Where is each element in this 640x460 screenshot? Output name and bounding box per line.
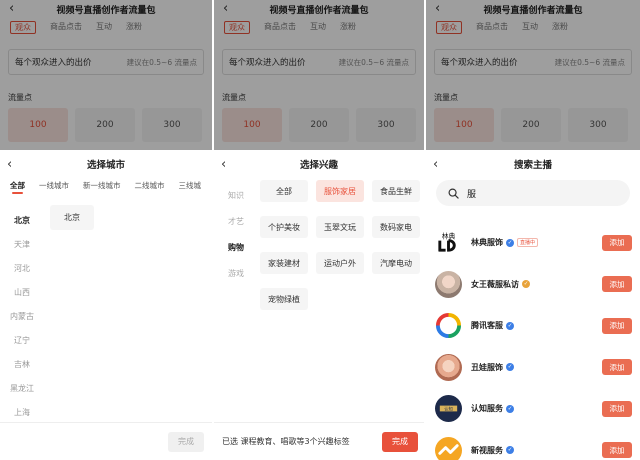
host-search-sheet: ‹ 搜索主播 服 林典 林典服饰 ✓ 直播中 添加 女王薇服私访 ✓ 添加 腾讯…: [426, 150, 640, 460]
host-name: 新视服务: [471, 445, 503, 455]
sheet-title: 选择兴趣: [299, 160, 338, 171]
interest-chip[interactable]: 玉翠文玩: [316, 216, 364, 238]
interest-category[interactable]: 购物: [214, 234, 258, 260]
interest-chip[interactable]: 食品生鲜: [372, 180, 420, 202]
host-search-input[interactable]: 服: [436, 180, 630, 206]
interest-category[interactable]: 知识: [214, 182, 258, 208]
interest-chip[interactable]: 服饰家居: [316, 180, 364, 202]
city-tab-tier3[interactable]: 三线城: [179, 180, 202, 194]
host-row: 女王薇服私访 ✓ 添加: [426, 264, 640, 306]
add-button[interactable]: 添加: [602, 234, 632, 251]
city-chip[interactable]: 北京: [50, 205, 94, 230]
search-icon: [448, 188, 459, 199]
verified-icon: ✓: [506, 321, 514, 330]
province-item[interactable]: 上海: [0, 400, 44, 424]
province-item[interactable]: 黑龙江: [0, 376, 44, 400]
sheet-footer: 已选 课程教育、唱歌等3个兴趣标签 完成: [214, 422, 424, 460]
sheet-title: 搜索主播: [513, 160, 552, 171]
host-list: 林典 林典服饰 ✓ 直播中 添加 女王薇服私访 ✓ 添加 腾讯客服 ✓ 添加 丑…: [426, 222, 640, 460]
overlay-mask[interactable]: [0, 0, 212, 150]
avatar: 认知: [435, 395, 462, 423]
avatar: [435, 353, 462, 381]
city-tab-tier2[interactable]: 二线城市: [135, 180, 165, 194]
interest-chip[interactable]: 宠物绿植: [260, 288, 308, 310]
sheet-footer: 完成: [0, 422, 212, 460]
overlay-mask[interactable]: [214, 0, 424, 150]
host-name: 丑娃服饰: [471, 362, 503, 372]
city-sheet: ‹ 选择城市 全部 一线城市 新一线城市 二线城市 三线城 北京 天津 河北 山…: [0, 150, 212, 460]
host-panel: ‹ 视频号直播创作者流量包 观众 商品点击 互动 涨粉 每个观众进入的出价 建议…: [426, 0, 640, 460]
avatar: [435, 312, 462, 340]
interest-chip[interactable]: 全部: [260, 180, 308, 202]
province-item[interactable]: 辽宁: [0, 328, 44, 352]
verified-icon: ✓: [506, 363, 514, 372]
host-row: 腾讯客服 ✓ 添加: [426, 305, 640, 347]
interest-panel: ‹ 视频号直播创作者流量包 观众 商品点击 互动 涨粉 每个观众进入的出价 建议…: [214, 0, 424, 460]
overlay-mask[interactable]: [426, 0, 640, 150]
verified-icon: ✓: [506, 446, 514, 455]
verified-icon: ✓: [522, 280, 530, 289]
done-button[interactable]: 完成: [382, 431, 418, 452]
verified-icon: ✓: [506, 404, 514, 413]
interest-chip[interactable]: 汽摩电动: [372, 252, 420, 274]
city-tab-new-tier1[interactable]: 新一线城市: [83, 180, 121, 194]
province-list: 北京 天津 河北 山西 内蒙古 辽宁 吉林 黑龙江 上海: [0, 208, 44, 424]
verified-icon: ✓: [506, 238, 514, 247]
host-name: 腾讯客服: [471, 321, 503, 331]
add-button[interactable]: 添加: [602, 359, 632, 376]
host-name: 林典服饰: [471, 238, 503, 248]
avatar: 林典: [435, 229, 462, 257]
host-name: 认知服务: [471, 404, 503, 414]
province-item[interactable]: 山西: [0, 280, 44, 304]
host-name: 女王薇服私访: [471, 279, 519, 289]
add-button[interactable]: 添加: [602, 317, 632, 334]
city-tab-all[interactable]: 全部: [10, 180, 25, 194]
city-tab-tier1[interactable]: 一线城市: [39, 180, 69, 194]
search-query: 服: [467, 189, 477, 200]
interest-category-list: 知识 才艺 购物 游戏: [214, 182, 258, 286]
province-item[interactable]: 河北: [0, 256, 44, 280]
city-panel: ‹ 视频号直播创作者流量包 观众 商品点击 互动 涨粉 每个观众进入的出价 建议…: [0, 0, 212, 460]
interest-category[interactable]: 游戏: [214, 260, 258, 286]
live-tag: 直播中: [517, 238, 539, 248]
host-row: 认知 认知服务 ✓ 添加: [426, 388, 640, 430]
interest-chip[interactable]: 家装建材: [260, 252, 308, 274]
interest-category[interactable]: 才艺: [214, 208, 258, 234]
province-item[interactable]: 内蒙古: [0, 304, 44, 328]
avatar: [435, 436, 462, 460]
add-button[interactable]: 添加: [602, 276, 632, 293]
interest-chip[interactable]: 个护美妆: [260, 216, 308, 238]
host-row: 新视服务 ✓ 添加: [426, 430, 640, 460]
add-button[interactable]: 添加: [602, 400, 632, 417]
interest-chip[interactable]: 数码家电: [372, 216, 420, 238]
province-item[interactable]: 吉林: [0, 352, 44, 376]
sheet-title: 选择城市: [86, 160, 125, 171]
interest-chip-grid: 全部 服饰家居 食品生鲜 个护美妆 玉翠文玩 数码家电 家装建材 运动户外 汽摩…: [260, 180, 424, 310]
done-button[interactable]: 完成: [168, 431, 204, 452]
avatar-logo-text: 认知: [444, 406, 453, 413]
selected-summary: 已选 课程教育、唱歌等3个兴趣标签: [222, 437, 350, 446]
interest-chip[interactable]: 运动户外: [316, 252, 364, 274]
avatar: [435, 270, 462, 298]
host-row: 丑娃服饰 ✓ 添加: [426, 347, 640, 389]
province-item[interactable]: 天津: [0, 232, 44, 256]
province-item[interactable]: 北京: [0, 208, 44, 232]
interest-sheet: ‹ 选择兴趣 知识 才艺 购物 游戏 全部 服饰家居 食品生鲜 个护美妆 玉翠文…: [214, 150, 424, 460]
add-button[interactable]: 添加: [602, 442, 632, 459]
host-row: 林典 林典服饰 ✓ 直播中 添加: [426, 222, 640, 264]
city-tier-tabs: 全部 一线城市 新一线城市 二线城市 三线城: [10, 180, 212, 194]
